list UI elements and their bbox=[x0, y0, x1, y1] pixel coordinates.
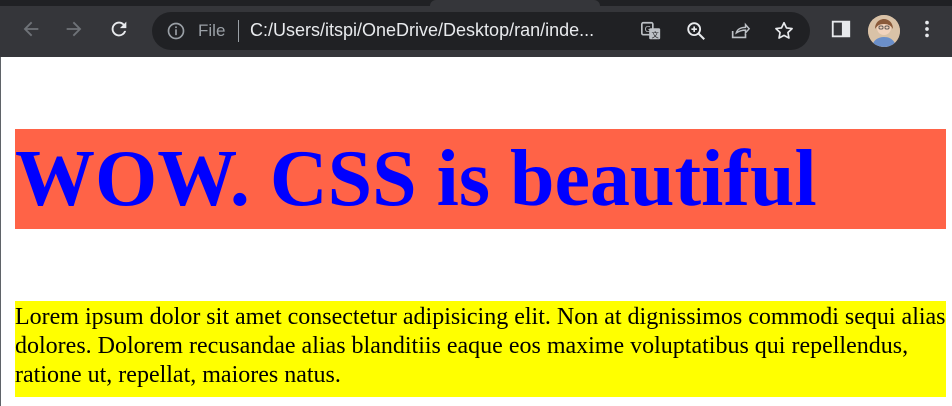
info-icon[interactable] bbox=[166, 21, 186, 45]
avatar[interactable] bbox=[868, 15, 900, 47]
side-panel-icon bbox=[831, 20, 851, 38]
kebab-menu-icon bbox=[925, 20, 929, 38]
address-bar[interactable]: File C:/Users/itspi/OneDrive/Desktop/ran… bbox=[152, 12, 810, 50]
back-button[interactable] bbox=[16, 14, 46, 44]
back-arrow-icon bbox=[23, 21, 39, 37]
reload-icon bbox=[111, 21, 127, 37]
share-button[interactable] bbox=[729, 20, 751, 42]
forward-button[interactable] bbox=[59, 14, 89, 44]
page-viewport: WOW. CSS is beautiful Lorem ipsum dolor … bbox=[0, 57, 952, 406]
reload-button[interactable] bbox=[104, 14, 134, 44]
zoom-icon bbox=[687, 22, 705, 40]
star-icon bbox=[775, 21, 793, 39]
share-icon bbox=[731, 22, 751, 39]
translate-button[interactable]: G 文 bbox=[640, 20, 662, 42]
svg-text:文: 文 bbox=[651, 30, 659, 39]
menu-button[interactable] bbox=[912, 14, 942, 44]
browser-toolbar: File C:/Users/itspi/OneDrive/Desktop/ran… bbox=[0, 6, 952, 57]
url-text[interactable]: C:/Users/itspi/OneDrive/Desktop/ran/inde… bbox=[250, 20, 630, 41]
omnibox-divider bbox=[238, 20, 239, 42]
lorem-paragraph: Lorem ipsum dolor sit amet consectetur a… bbox=[15, 301, 946, 397]
bookmark-button[interactable] bbox=[773, 20, 795, 42]
page-heading: WOW. CSS is beautiful bbox=[15, 129, 946, 229]
side-panel-button[interactable] bbox=[826, 14, 856, 44]
zoom-button[interactable] bbox=[685, 20, 707, 42]
forward-arrow-icon bbox=[66, 21, 82, 37]
file-scheme-label: File bbox=[198, 21, 226, 40]
translate-icon: G 文 bbox=[641, 21, 661, 39]
